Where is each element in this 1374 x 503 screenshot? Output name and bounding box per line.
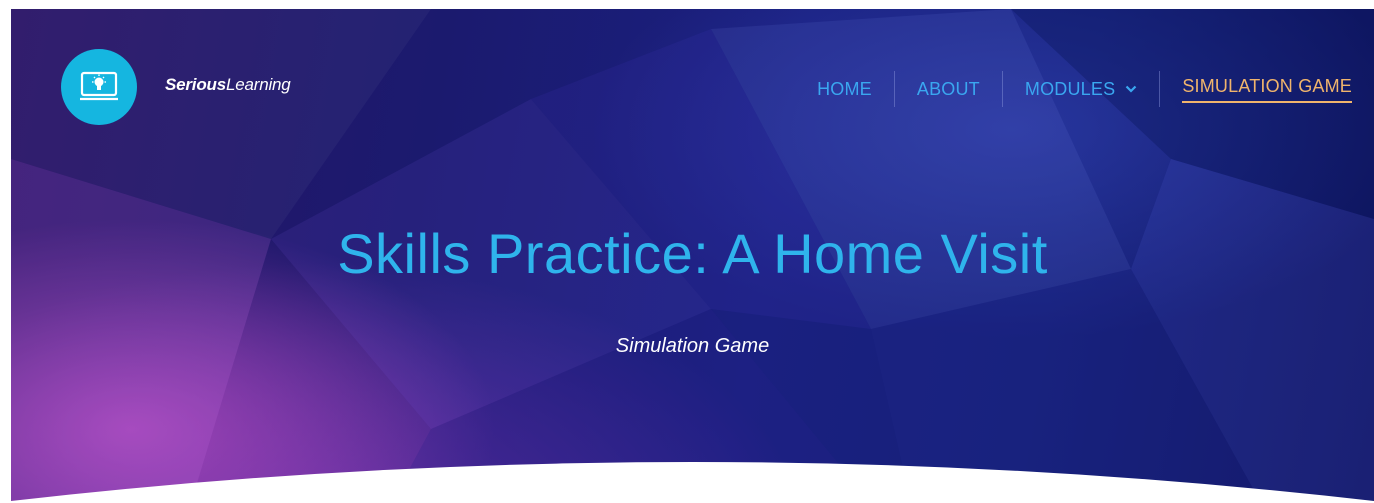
nav-modules-label: MODULES bbox=[1024, 78, 1116, 99]
nav-about[interactable]: ABOUT bbox=[895, 75, 1002, 103]
monitor-lightbulb-icon bbox=[80, 71, 118, 101]
brand-name[interactable]: SeriousLearning bbox=[165, 75, 291, 95]
chevron-down-icon bbox=[1125, 85, 1137, 93]
hero-banner: SeriousLearning HOME ABOUT MODULES SIMUL… bbox=[11, 9, 1374, 503]
brand-part-learning: Learning bbox=[225, 75, 291, 94]
page-subtitle: Simulation Game bbox=[615, 335, 770, 357]
bottom-curve bbox=[11, 462, 1374, 503]
brand-part-serious: Serious bbox=[165, 75, 226, 94]
nav-simulation-game-label: SIMULATION GAME bbox=[1182, 76, 1352, 103]
main-nav: HOME ABOUT MODULES SIMULATION GAME bbox=[795, 71, 1352, 107]
page-title: Skills Practice: A Home Visit bbox=[337, 222, 1048, 285]
nav-home[interactable]: HOME bbox=[795, 75, 894, 103]
nav-modules[interactable]: MODULES bbox=[1003, 75, 1159, 103]
nav-about-label: ABOUT bbox=[916, 78, 980, 99]
logo[interactable] bbox=[61, 49, 137, 125]
nav-home-label: HOME bbox=[817, 78, 872, 99]
nav-simulation-game[interactable]: SIMULATION GAME bbox=[1160, 75, 1352, 103]
